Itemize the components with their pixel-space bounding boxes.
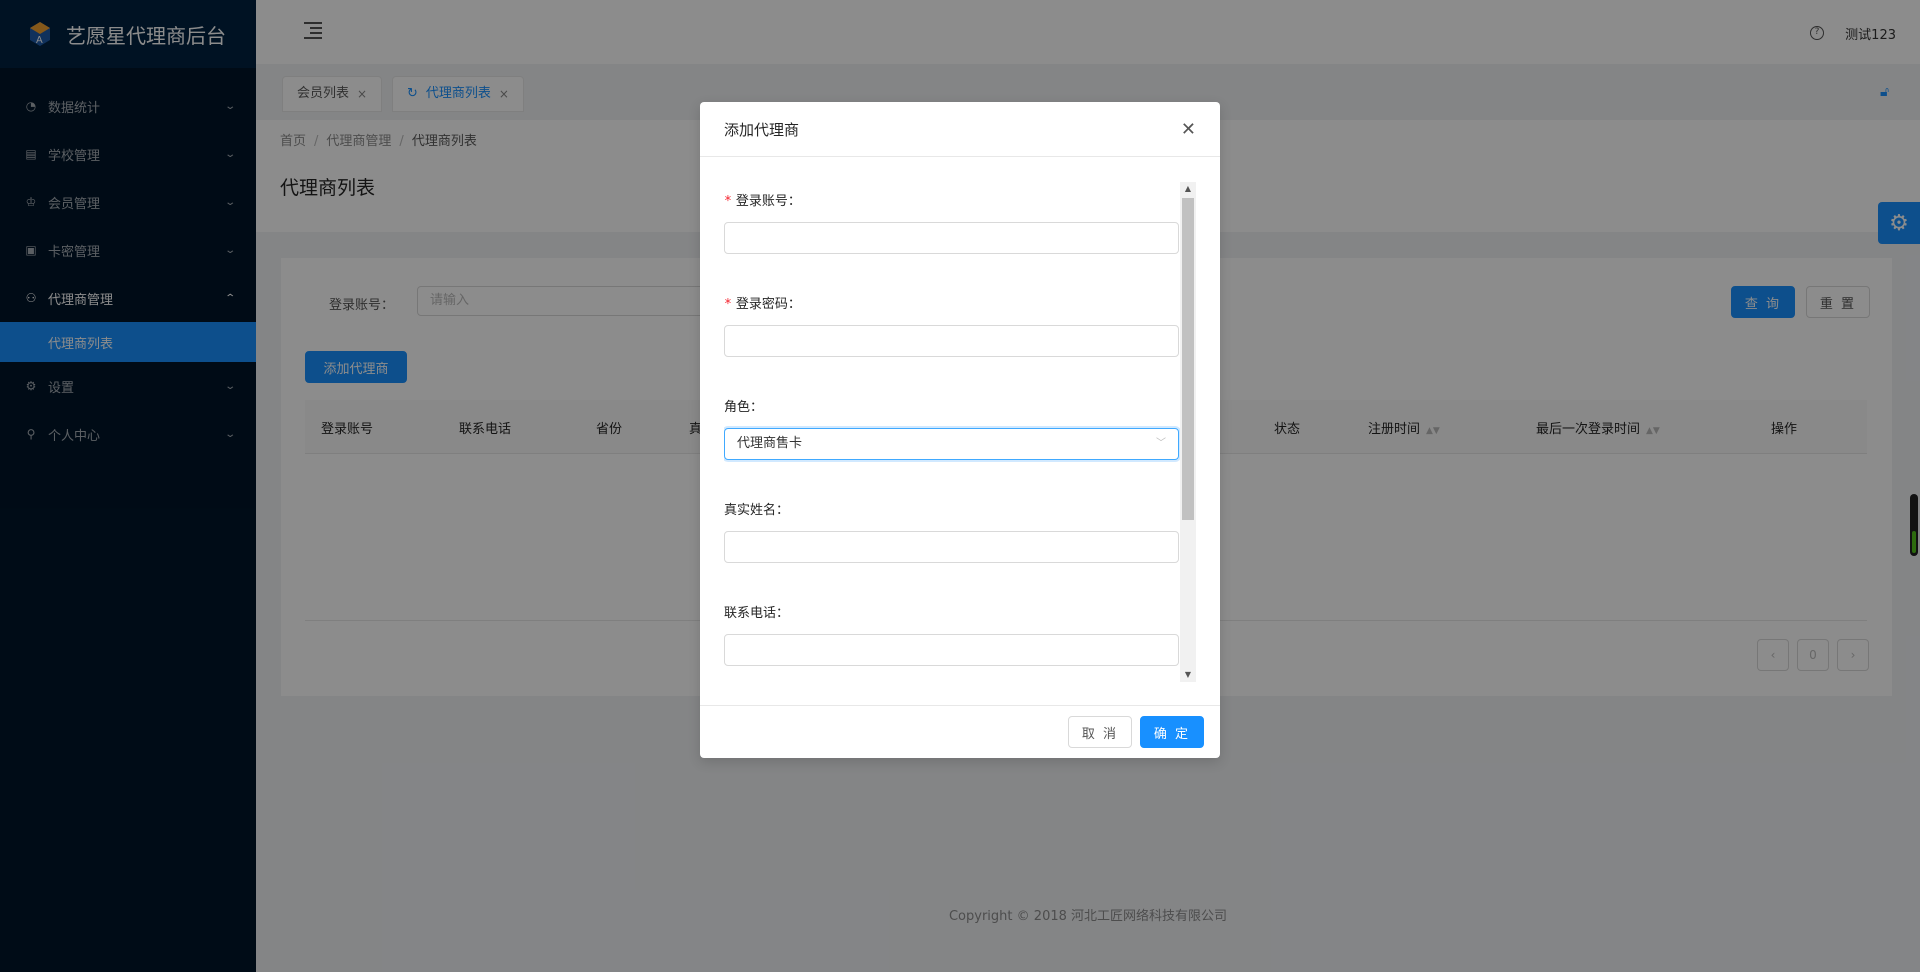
form-label: 角色：: [724, 400, 764, 415]
role-select[interactable]: 代理商售卡 ﹀: [724, 428, 1179, 460]
scroll-down-icon[interactable]: ▼: [1180, 668, 1196, 682]
modal-title: 添加代理商: [724, 120, 800, 139]
ok-button[interactable]: 确 定: [1140, 716, 1204, 748]
form-label: * 登录账号：: [724, 182, 1179, 222]
form-label-text: 登录密码：: [735, 297, 801, 312]
form-item-password: * 登录密码：: [724, 285, 1179, 388]
role-select-value: 代理商售卡: [737, 436, 803, 451]
scroll-up-icon[interactable]: ▲: [1180, 182, 1196, 196]
form-item-account: * 登录账号：: [724, 182, 1179, 285]
modal-header: 添加代理商 ✕: [700, 102, 1220, 157]
phone-input[interactable]: [724, 634, 1179, 666]
close-icon[interactable]: ✕: [1181, 119, 1196, 140]
required-mark-icon: *: [724, 297, 732, 312]
cancel-button[interactable]: 取 消: [1068, 716, 1132, 748]
form-label: * 登录密码：: [724, 285, 1179, 325]
form-item-realname: 真实姓名：: [724, 491, 1179, 594]
account-input[interactable]: [724, 222, 1179, 254]
scrollbar-thumb[interactable]: [1182, 198, 1194, 520]
form: * 登录账号： * 登录密码： 角色： 代理商售卡 ﹀ 真实姓名： 联系电话：: [724, 182, 1179, 682]
required-mark-icon: *: [724, 194, 732, 209]
modal-body: *登录账号： *登录密码： 角色： 代理商售卡 ﹀ 真实姓名： 联系电话：: [724, 182, 1196, 682]
chevron-down-icon: ﹀: [1156, 438, 1166, 449]
form-label: 联系电话：: [724, 606, 790, 621]
password-input[interactable]: [724, 325, 1179, 357]
modal-footer: 取 消 确 定: [700, 705, 1220, 758]
form-label-text: 登录账号：: [735, 194, 801, 209]
form-item-role: 角色： 代理商售卡 ﹀: [724, 388, 1179, 491]
add-agent-modal: 添加代理商 ✕ * 登录账号： * 登录密码： 角色： 代理商售卡 ﹀ 真实姓名：: [700, 102, 1220, 758]
real-name-input[interactable]: [724, 531, 1179, 563]
form-scrollbar[interactable]: ▲ ▼: [1180, 182, 1196, 682]
form-label: 真实姓名：: [724, 503, 790, 518]
form-item-phone: 联系电话：: [724, 594, 1179, 682]
